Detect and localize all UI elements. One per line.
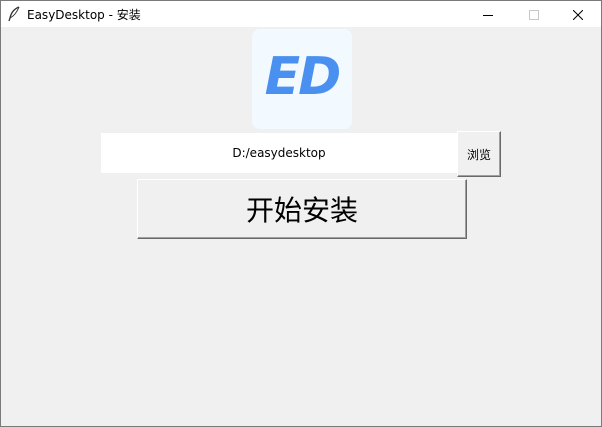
logo-text: ED bbox=[264, 47, 342, 107]
title-bar[interactable]: EasyDesktop - 安装 bbox=[1, 1, 601, 27]
installer-content: ED 浏览 开始安装 bbox=[1, 27, 601, 426]
start-install-button[interactable]: 开始安装 bbox=[137, 179, 467, 239]
close-icon bbox=[572, 5, 584, 24]
minimize-button[interactable] bbox=[465, 1, 511, 27]
minimize-icon bbox=[483, 5, 493, 24]
install-path-input[interactable] bbox=[101, 133, 457, 173]
close-button[interactable] bbox=[555, 1, 601, 27]
installer-window: EasyDesktop - 安装 ED D:/easydesktop 浏览 开始… bbox=[0, 0, 602, 427]
maximize-icon bbox=[529, 5, 539, 24]
maximize-button[interactable] bbox=[511, 1, 557, 27]
app-logo: ED bbox=[252, 29, 352, 129]
feather-icon bbox=[7, 6, 21, 22]
browse-button[interactable]: 浏览 bbox=[457, 131, 501, 177]
window-title: EasyDesktop - 安装 bbox=[27, 8, 141, 22]
